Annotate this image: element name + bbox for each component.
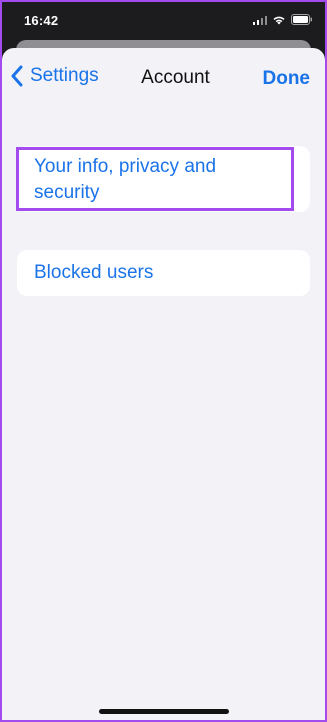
battery-icon: [291, 14, 313, 25]
done-button[interactable]: Done: [263, 68, 311, 90]
chevron-left-icon: [10, 65, 24, 87]
navigation-bar: Settings Account Done: [2, 48, 325, 110]
signal-icon: [252, 15, 267, 25]
list-item[interactable]: Blocked users: [17, 250, 310, 296]
status-bar: 16:42: [2, 2, 325, 42]
wifi-icon: [272, 15, 286, 25]
screenshot-frame: 16:42 Settings Account Done Your info, p…: [0, 0, 327, 722]
back-button[interactable]: Settings: [10, 65, 99, 87]
status-icons: [252, 14, 314, 25]
status-time: 16:42: [24, 13, 59, 28]
back-label: Settings: [30, 65, 99, 86]
privacy-security-item-label[interactable]: Your info, privacy and security: [34, 154, 244, 206]
home-indicator: [98, 709, 229, 714]
blocked-users-item-label[interactable]: Blocked users: [34, 260, 153, 286]
list-item[interactable]: Your info, privacy and security: [16, 146, 310, 212]
account-sheet: Settings Account Done Your info, privacy…: [2, 48, 325, 720]
